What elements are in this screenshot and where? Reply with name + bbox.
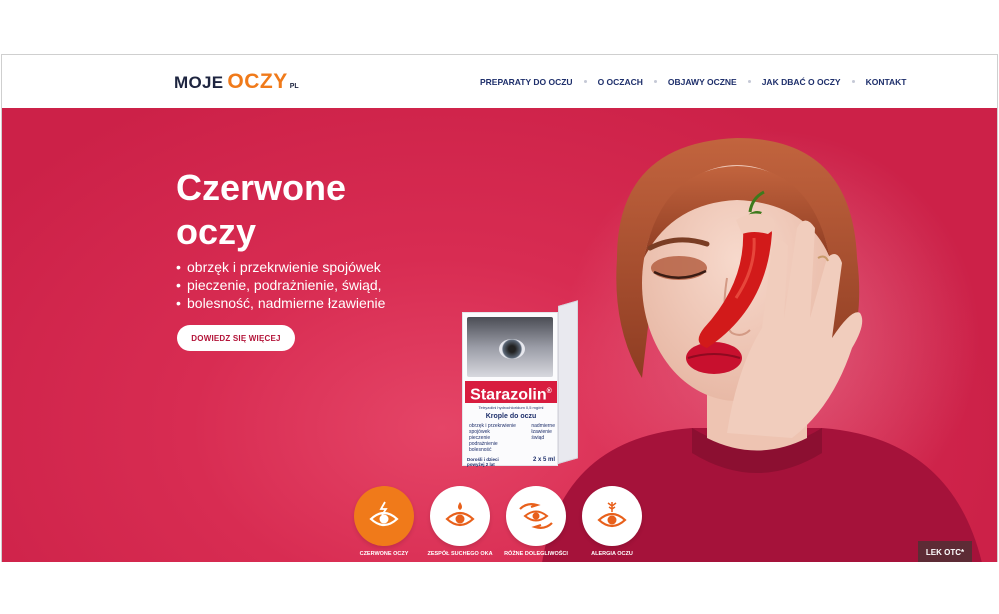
nav-preparaty[interactable]: PREPARATY DO OCZU xyxy=(480,77,573,87)
hero-title-line1: Czerwone xyxy=(176,167,347,208)
registered-mark: ® xyxy=(546,388,552,395)
logo-oczy: OCZY xyxy=(227,70,288,93)
hero-title: Czerwone oczy xyxy=(176,166,436,254)
hero-banner: Czerwone oczy obrzęk i przekrwienie spoj… xyxy=(2,108,997,562)
hands-eye-icon[interactable] xyxy=(506,486,566,546)
symptom-bullet: pieczenie, podrażnienie, świąd, xyxy=(176,276,385,294)
nav-separator xyxy=(747,80,751,83)
symptom-label: ZESPÓŁ SUCHEGO OKA xyxy=(427,551,493,557)
product-brand-name: Starazolin xyxy=(470,386,547,404)
product-footer: Dorośli i dzieci powyżej 2 lat 2 x 5 ml xyxy=(467,457,555,468)
box-eye-photo xyxy=(467,317,553,377)
symptom-tile-red-eyes[interactable]: CZERWONE OCZY xyxy=(354,486,414,557)
symptom-list: obrzęk i przekrwienie spojówek pieczenie… xyxy=(176,258,385,312)
red-eye-icon[interactable] xyxy=(354,486,414,546)
symptom-tile-allergy[interactable]: ALERGIA OCZU xyxy=(582,486,642,557)
browser-viewport: MOJE OCZY PL PREPARATY DO OCZU O OCZACH … xyxy=(1,54,998,562)
logo-pl: PL xyxy=(289,83,299,90)
starazolin-product-box[interactable]: Starazolin® Tetryzolini hydrochloridum 0… xyxy=(462,300,578,468)
nav-objawy[interactable]: OBJAWY OCZNE xyxy=(668,77,737,87)
symptom-bullet: obrzęk i przekrwienie spojówek xyxy=(176,258,385,276)
dry-eye-icon[interactable] xyxy=(430,486,490,546)
product-indication: świąd xyxy=(531,435,545,441)
product-indication: obrzęk i przekrwienie spojówek xyxy=(469,423,516,435)
product-brand: Starazolin® xyxy=(465,381,557,403)
product-substance: Tetryzolini hydrochloridum 0,5 mg/ml xyxy=(478,405,544,410)
box-front: Starazolin® Tetryzolini hydrochloridum 0… xyxy=(462,312,558,468)
product-audience: Dorośli i dzieci powyżej 2 lat xyxy=(467,457,499,467)
product-heading: Krople do oczu xyxy=(485,413,537,420)
symptom-label: ALERGIA OCZU xyxy=(591,551,633,557)
symptom-bullet-continued: bolesność, nadmierne łzawienie xyxy=(176,294,385,312)
symptom-tile-various[interactable]: RÓŻNE DOLEGLIWOŚCI xyxy=(504,486,568,557)
product-indication: bolesność xyxy=(469,447,492,453)
symptom-tile-dry-eye[interactable]: ZESPÓŁ SUCHEGO OKA xyxy=(427,486,493,557)
allergy-eye-icon[interactable] xyxy=(582,486,642,546)
main-nav: PREPARATY DO OCZU O OCZACH OBJAWY OCZNE … xyxy=(480,55,907,108)
nav-separator xyxy=(653,80,657,83)
nav-separator xyxy=(583,80,587,83)
product-volume: 2 x 5 ml xyxy=(532,457,555,463)
box-side xyxy=(558,300,578,464)
site-header: MOJE OCZY PL PREPARATY DO OCZU O OCZACH … xyxy=(2,55,997,108)
nav-jak-dbac[interactable]: JAK DBAĆ O OCZY xyxy=(762,77,841,87)
nav-separator xyxy=(851,80,855,83)
otc-badge: LEK OTC* xyxy=(918,541,972,562)
nav-kontakt[interactable]: KONTAKT xyxy=(866,77,907,87)
hero-title-line2: oczy xyxy=(176,211,257,252)
logo-moje: MOJE xyxy=(174,73,224,92)
learn-more-button[interactable]: DOWIEDZ SIĘ WIĘCEJ xyxy=(177,325,295,351)
site-logo[interactable]: MOJE OCZY PL xyxy=(174,70,299,94)
product-indications: obrzęk i przekrwienie spojówek pieczenie… xyxy=(469,423,555,453)
symptom-label: RÓŻNE DOLEGLIWOŚCI xyxy=(504,551,568,557)
nav-o-oczach[interactable]: O OCZACH xyxy=(598,77,643,87)
symptom-icon-row: CZERWONE OCZY ZESPÓŁ SUCHEGO OKA RÓŻNE D… xyxy=(354,486,642,557)
symptom-label: CZERWONE OCZY xyxy=(359,551,409,557)
